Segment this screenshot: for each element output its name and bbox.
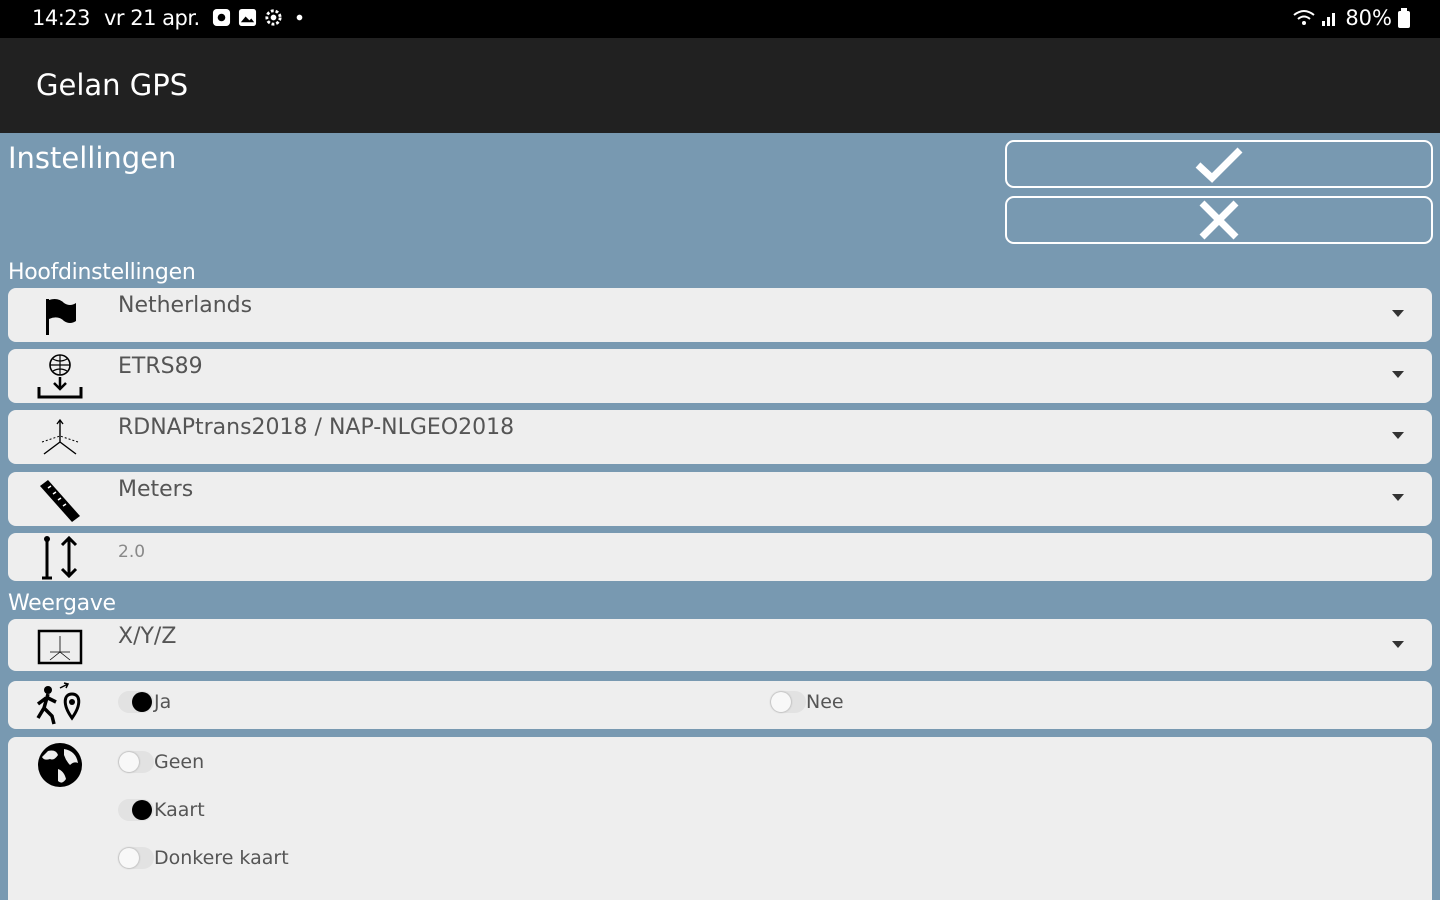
app-title: Gelan GPS <box>36 68 189 102</box>
chevron-down-icon <box>1392 641 1404 648</box>
unit-select[interactable]: Meters <box>8 472 1432 526</box>
option-label: Kaart <box>154 799 205 821</box>
toggle-knob <box>132 800 152 820</box>
option-label: Nee <box>806 691 844 713</box>
tracking-row: Ja Nee <box>8 681 1432 729</box>
transformation-value: RDNAPtrans2018 / NAP-NLGEO2018 <box>118 415 515 440</box>
app-bar: Gelan GPS <box>0 38 1440 133</box>
close-icon <box>1199 200 1239 240</box>
toggle-track <box>118 691 154 713</box>
ruler-icon <box>34 476 86 524</box>
status-icons <box>212 8 309 27</box>
toggle-knob <box>132 692 152 712</box>
section-main-label: Hoofdinstellingen <box>8 260 196 285</box>
wifi-icon <box>1293 10 1315 25</box>
confirm-button[interactable] <box>1005 140 1433 188</box>
dot-icon <box>296 14 303 21</box>
coordinate-display-value: X/Y/Z <box>118 624 177 649</box>
chevron-down-icon <box>1392 494 1404 501</box>
status-right: 80% <box>1293 6 1410 30</box>
chevron-down-icon <box>1392 432 1404 439</box>
height-arrows-icon <box>34 533 86 581</box>
option-label: Ja <box>154 691 172 713</box>
map-type-row: Geen Kaart Donkere kaart <box>8 737 1432 900</box>
signal-icon <box>1322 13 1336 26</box>
axes-icon <box>34 414 86 462</box>
toggle-track <box>770 691 806 713</box>
status-bar: 14:23 vr 21 apr. 80% <box>0 0 1440 38</box>
tracking-option-ja[interactable]: Ja <box>118 691 171 713</box>
coordinate-display-select[interactable]: X/Y/Z <box>8 619 1432 671</box>
cancel-button[interactable] <box>1005 196 1433 244</box>
chevron-down-icon <box>1392 371 1404 378</box>
option-label: Geen <box>154 751 205 773</box>
checkmark-icon <box>1195 147 1243 183</box>
country-value: Netherlands <box>118 293 253 318</box>
status-time: 14:23 <box>32 6 91 30</box>
notification-icon <box>212 8 231 27</box>
globe-download-icon <box>34 353 86 401</box>
section-display-label: Weergave <box>8 591 116 616</box>
gallery-icon <box>238 8 257 27</box>
status-date: vr 21 apr. <box>104 6 200 30</box>
country-select[interactable]: Netherlands <box>8 288 1432 342</box>
toggle-track <box>118 847 154 869</box>
toggle-track <box>118 751 154 773</box>
toggle-knob <box>771 692 791 712</box>
battery-icon <box>1398 8 1410 28</box>
unit-value: Meters <box>118 477 194 502</box>
datum-select[interactable]: ETRS89 <box>8 349 1432 403</box>
page-title: Instellingen <box>8 141 177 175</box>
toggle-knob <box>119 752 139 772</box>
map-option-kaart[interactable]: Kaart <box>118 799 205 821</box>
map-option-donkere-kaart[interactable]: Donkere kaart <box>118 847 289 869</box>
antenna-height-value: 2.0 <box>118 542 146 562</box>
settings-gear-icon <box>265 9 282 26</box>
transformation-select[interactable]: RDNAPtrans2018 / NAP-NLGEO2018 <box>8 410 1432 464</box>
map-frame-icon <box>34 623 86 671</box>
chevron-down-icon <box>1392 310 1404 317</box>
datum-value: ETRS89 <box>118 354 203 379</box>
flag-icon <box>34 292 86 340</box>
tracking-option-nee[interactable]: Nee <box>770 691 844 713</box>
map-option-geen[interactable]: Geen <box>118 751 204 773</box>
walker-location-icon <box>34 681 86 729</box>
option-label: Donkere kaart <box>154 847 289 869</box>
toggle-knob <box>119 848 139 868</box>
antenna-height-field[interactable]: 2.0 <box>8 533 1432 581</box>
earth-icon <box>34 741 86 789</box>
battery-percentage: 80% <box>1345 6 1392 30</box>
toggle-track <box>118 799 154 821</box>
